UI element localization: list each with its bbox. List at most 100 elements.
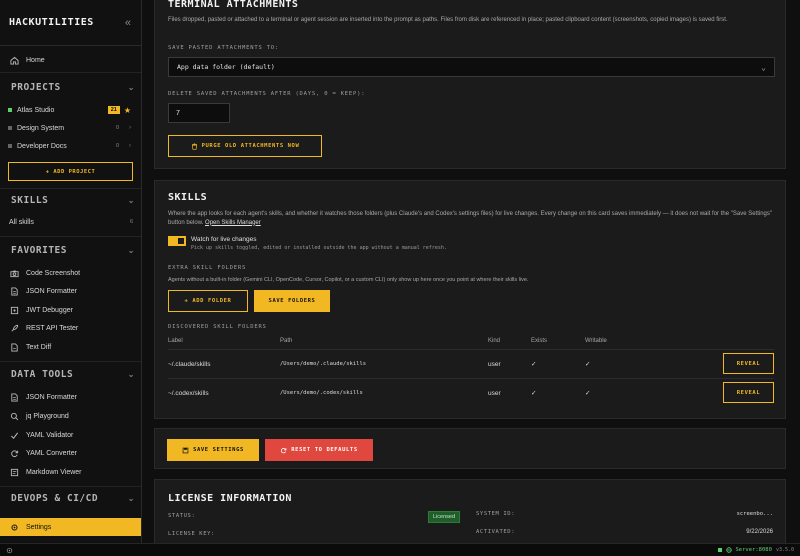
table-row: ~/.codex/skills /Users/demo/.codex/skill… (168, 378, 774, 406)
sidebar-header: HACKUTILITIES « (0, 0, 141, 46)
sidebar-item-label: JSON Formatter (26, 393, 77, 401)
save-settings-button[interactable]: SAVE SETTINGS (167, 439, 259, 461)
sidebar-item-markdown-viewer[interactable]: Markdown Viewer (0, 463, 141, 481)
system-id-label: SYSTEM ID: (476, 511, 516, 517)
field-label: DELETE SAVED ATTACHMENTS AFTER (DAYS, 0 … (168, 91, 366, 97)
reset-defaults-button[interactable]: RESET TO DEFAULTS (265, 439, 373, 461)
project-item-developer-docs[interactable]: Developer Docs 0 › (0, 137, 141, 155)
file-diff-icon (9, 342, 20, 353)
search-icon (9, 411, 20, 422)
project-badge: 21 (107, 106, 120, 114)
globe-icon (725, 547, 732, 553)
field-description: Agents without a built-in folder (Gemini… (168, 277, 529, 283)
sidebar-item-jq-playground[interactable]: jq Playground (0, 407, 141, 425)
sidebar-item-settings[interactable]: Settings (0, 518, 141, 536)
column-header: Kind (488, 338, 501, 344)
chevron-right-icon: › (129, 143, 131, 149)
app-version: v3.5.0 (775, 547, 794, 553)
check-icon (9, 430, 20, 441)
sidebar-item-text-diff[interactable]: Text Diff (0, 338, 141, 356)
rocket-icon (9, 323, 20, 334)
sidebar-item-rest-api-tester[interactable]: REST API Tester (0, 319, 141, 337)
project-name: Atlas Studio (17, 106, 55, 114)
sidebar-item-json-formatter-tool[interactable]: JSON Formatter (0, 388, 141, 406)
sidebar-item-code-screenshot[interactable]: Code Screenshot (0, 264, 141, 282)
project-item-atlas-studio[interactable]: Atlas Studio 21 ★ (0, 101, 141, 119)
skills-count: 6 (129, 219, 133, 225)
project-status-icon (8, 126, 12, 130)
sidebar-item-label: Text Diff (26, 343, 52, 351)
add-project-button[interactable]: + ADD PROJECT (8, 162, 133, 181)
button-label: PURGE OLD ATTACHMENTS NOW (201, 143, 300, 149)
key-icon (9, 305, 20, 316)
chevron-down-icon: ⌄ (761, 62, 766, 72)
server-status[interactable]: Server:8080 (736, 547, 772, 553)
card-title: LICENSE INFORMATION (168, 493, 292, 504)
section-favorites[interactable]: FAVORITES ⌄ (11, 245, 135, 256)
sidebar-item-label: YAML Converter (26, 449, 77, 457)
delete-days-input[interactable]: 7 (168, 103, 230, 123)
sidebar-item-label: All skills (9, 218, 34, 226)
sidebar-item-yaml-validator[interactable]: YAML Validator (0, 426, 141, 444)
license-status-label: STATUS: (168, 513, 196, 519)
license-key-label: LICENSE KEY: (168, 531, 215, 537)
sidebar-item-label: jq Playground (26, 412, 69, 420)
activated-label: ACTIVATED: (476, 529, 516, 535)
section-title: DEVOPS & CI/CD (11, 493, 99, 504)
column-header: Writable (585, 338, 607, 344)
skills-card: SKILLS Where the app looks for each agen… (154, 180, 786, 419)
card-description: Files dropped, pasted or attached to a t… (168, 17, 728, 23)
sidebar-item-label: YAML Validator (26, 431, 74, 439)
cell-writable: ✓ (585, 361, 591, 368)
purge-attachments-button[interactable]: PURGE OLD ATTACHMENTS NOW (168, 135, 322, 157)
sidebar-item-label: Code Screenshot (26, 269, 81, 277)
sidebar-item-jwt-debugger[interactable]: JWT Debugger (0, 301, 141, 319)
cell-exists: ✓ (531, 361, 537, 368)
reveal-button[interactable]: REVEAL (723, 353, 774, 374)
save-folders-button[interactable]: SAVE FOLDERS (254, 290, 330, 312)
license-status-badge: Licensed (428, 511, 461, 523)
project-item-design-system[interactable]: Design System 0 › (0, 119, 141, 137)
open-skills-manager-link[interactable]: Open Skills Manager (205, 220, 261, 226)
divider (0, 236, 141, 237)
watch-live-changes-toggle[interactable] (168, 236, 186, 246)
cell-kind: user (488, 360, 501, 368)
collapse-sidebar-icon[interactable]: « (125, 17, 131, 29)
chevron-right-icon: › (129, 125, 131, 131)
sidebar-item-label: Home (26, 56, 45, 64)
sidebar-item-all-skills[interactable]: All skills 6 (0, 213, 141, 231)
attachments-location-select[interactable]: App data folder (default) ⌄ (168, 57, 775, 77)
cell-label: ~/.codex/skills (168, 389, 209, 397)
column-header: Label (168, 338, 183, 344)
sidebar-item-json-formatter[interactable]: JSON Formatter (0, 282, 141, 300)
section-title: FAVORITES (11, 245, 67, 256)
status-bar: Server:8080 v3.5.0 (0, 543, 800, 556)
cell-path: /Users/demo/.codex/skills (280, 390, 363, 396)
chevron-down-icon: ⌄ (127, 83, 135, 92)
project-status-icon (8, 108, 12, 112)
add-folder-button[interactable]: + ADD FOLDER (168, 290, 248, 312)
section-data-tools[interactable]: DATA TOOLS ⌄ (11, 369, 135, 380)
terminal-attachments-card: TERMINAL ATTACHMENTS Files dropped, past… (154, 0, 786, 169)
card-title: SKILLS (168, 192, 208, 203)
project-name: Design System (17, 124, 65, 132)
file-icon (9, 286, 20, 297)
reveal-button[interactable]: REVEAL (723, 382, 774, 403)
card-title: TERMINAL ATTACHMENTS (168, 0, 299, 10)
server-status-icon (717, 548, 722, 552)
reset-icon (280, 447, 287, 454)
chevron-down-icon: ⌄ (127, 370, 135, 379)
section-skills[interactable]: SKILLS ⌄ (11, 195, 135, 206)
sidebar-item-yaml-converter[interactable]: YAML Converter (0, 444, 141, 462)
section-title: DATA TOOLS (11, 369, 74, 380)
sidebar-item-home[interactable]: Home (0, 51, 141, 69)
section-devops[interactable]: DEVOPS & CI/CD ⌄ (11, 493, 135, 504)
cell-kind: user (488, 389, 501, 397)
star-icon[interactable]: ★ (124, 106, 131, 115)
settings-icon[interactable] (6, 547, 13, 554)
section-projects[interactable]: PROJECTS ⌄ (11, 82, 135, 93)
chevron-down-icon: ⌄ (127, 246, 135, 255)
field-label: EXTRA SKILL FOLDERS (168, 265, 247, 271)
section-title: SKILLS (11, 195, 49, 206)
divider (0, 72, 141, 73)
